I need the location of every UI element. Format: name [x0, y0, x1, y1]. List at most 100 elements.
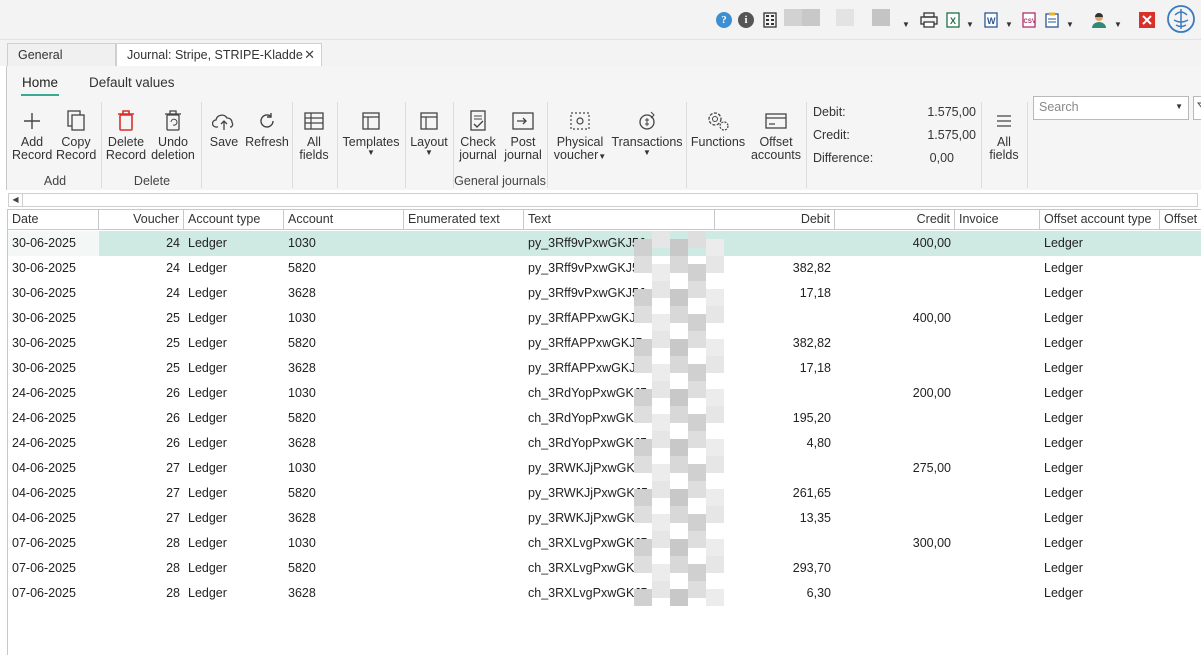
cell-debit[interactable] [715, 531, 835, 556]
cell-credit[interactable] [835, 406, 955, 431]
dropdown-caret-icon[interactable]: ▼ [1114, 14, 1122, 34]
cell-credit[interactable]: 200,00 [835, 381, 955, 406]
cell-debit[interactable]: 382,82 [715, 331, 835, 356]
help-icon[interactable]: ? [716, 10, 732, 30]
cell-credit[interactable] [835, 281, 955, 306]
cell-voucher[interactable]: 25 [99, 356, 184, 381]
check-journal-button[interactable]: Check journal [457, 106, 499, 162]
cell-debit[interactable] [715, 381, 835, 406]
cell-account[interactable]: 3628 [284, 356, 404, 381]
undo-deletion-button[interactable]: Undo deletion [150, 106, 196, 162]
table-row[interactable]: 04-06-2025 27 Ledger 1030 py_3RWKJjPxwGKJ5 27… [8, 456, 1201, 481]
cell-offset-type[interactable]: Ledger [1040, 581, 1160, 606]
cell-acctype[interactable]: Ledger [184, 506, 284, 531]
col-text[interactable]: Text [524, 210, 715, 230]
close-app-icon[interactable] [1139, 10, 1155, 30]
all-fields-button[interactable]: All fields [295, 106, 333, 162]
save-button[interactable]: Save [206, 106, 242, 149]
cell-debit[interactable]: 382,82 [715, 256, 835, 281]
cell-voucher[interactable]: 28 [99, 581, 184, 606]
cell-acctype[interactable]: Ledger [184, 381, 284, 406]
cell-offset-type[interactable]: Ledger [1040, 306, 1160, 331]
tab-journal-stripe[interactable]: Journal: Stripe, STRIPE-Kladde ✕ [116, 43, 322, 66]
cell-offset-type[interactable]: Ledger [1040, 231, 1160, 256]
cell-account[interactable]: 3628 [284, 506, 404, 531]
cell-account[interactable]: 5820 [284, 256, 404, 281]
search-input[interactable]: Search ▼ [1033, 96, 1189, 120]
cell-acctype[interactable]: Ledger [184, 456, 284, 481]
cell-date[interactable]: 30-06-2025 [8, 281, 99, 306]
cell-credit[interactable] [835, 481, 955, 506]
cell-date[interactable]: 07-06-2025 [8, 531, 99, 556]
physical-voucher-button[interactable]: Physical voucher▼ [551, 106, 609, 162]
cell-debit[interactable]: 195,20 [715, 406, 835, 431]
cell-acctype[interactable]: Ledger [184, 556, 284, 581]
table-row[interactable]: 30-06-2025 24 Ledger 3628 py_3Rff9vPxwGKJ5J 1… [8, 281, 1201, 306]
delete-record-button[interactable]: Delete Record [105, 106, 147, 162]
cell-date[interactable]: 24-06-2025 [8, 381, 99, 406]
cell-voucher[interactable]: 28 [99, 556, 184, 581]
dropdown-caret-icon[interactable]: ▼ [902, 14, 910, 34]
table-row[interactable]: 30-06-2025 24 Ledger 1030 py_3Rff9vPxwGKJ5J 4… [8, 231, 1201, 256]
cell-account[interactable]: 3628 [284, 581, 404, 606]
offset-accounts-button[interactable]: Offset accounts [749, 106, 803, 162]
table-row[interactable]: 30-06-2025 25 Ledger 1030 py_3RffAPPxwGKJ5. 4… [8, 306, 1201, 331]
cell-debit[interactable] [715, 306, 835, 331]
cell-debit[interactable]: 17,18 [715, 281, 835, 306]
col-offset-account-type[interactable]: Offset account type [1040, 210, 1160, 230]
cell-acctype[interactable]: Ledger [184, 356, 284, 381]
ribbon-tab-default-values[interactable]: Default values [89, 75, 175, 90]
cell-credit[interactable] [835, 556, 955, 581]
cell-acctype[interactable]: Ledger [184, 531, 284, 556]
cell-account[interactable]: 5820 [284, 406, 404, 431]
cell-offset-type[interactable]: Ledger [1040, 331, 1160, 356]
cell-voucher[interactable]: 26 [99, 431, 184, 456]
cell-acctype[interactable]: Ledger [184, 256, 284, 281]
close-icon[interactable]: ✕ [304, 44, 315, 66]
chevron-down-icon[interactable]: ▼ [1175, 102, 1183, 111]
cell-credit[interactable] [835, 506, 955, 531]
cell-offset-type[interactable]: Ledger [1040, 356, 1160, 381]
csv-icon[interactable]: CSV [1021, 10, 1037, 30]
clipboard-icon[interactable] [1044, 10, 1060, 30]
cell-acctype[interactable]: Ledger [184, 281, 284, 306]
post-journal-button[interactable]: Post journal [502, 106, 544, 162]
cell-voucher[interactable]: 24 [99, 256, 184, 281]
word-icon[interactable]: W [983, 10, 999, 30]
cell-account[interactable]: 1030 [284, 531, 404, 556]
cell-debit[interactable]: 4,80 [715, 431, 835, 456]
functions-button[interactable]: Functions [689, 106, 747, 149]
tab-general-journals[interactable]: General journals [7, 43, 116, 84]
cell-date[interactable]: 04-06-2025 [8, 506, 99, 531]
dropdown-caret-icon[interactable]: ▼ [1005, 14, 1013, 34]
cell-account[interactable]: 1030 [284, 231, 404, 256]
cell-offset-type[interactable]: Ledger [1040, 381, 1160, 406]
dropdown-caret-icon[interactable]: ▼ [966, 14, 974, 34]
cell-credit[interactable] [835, 431, 955, 456]
cell-voucher[interactable]: 26 [99, 381, 184, 406]
cell-voucher[interactable]: 27 [99, 481, 184, 506]
cell-acctype[interactable]: Ledger [184, 306, 284, 331]
cell-offset-type[interactable]: Ledger [1040, 256, 1160, 281]
user-icon[interactable] [1090, 10, 1108, 30]
refresh-button[interactable]: Refresh [244, 106, 290, 149]
cell-account[interactable]: 1030 [284, 456, 404, 481]
cell-acctype[interactable]: Ledger [184, 431, 284, 456]
table-row[interactable]: 30-06-2025 25 Ledger 5820 py_3RffAPPxwGKJ5. 3… [8, 331, 1201, 356]
copy-record-button[interactable]: Copy Record [56, 106, 96, 162]
horizontal-scrollbar[interactable]: ◀ [8, 193, 1198, 207]
cell-date[interactable]: 30-06-2025 [8, 331, 99, 356]
col-invoice[interactable]: Invoice [955, 210, 1040, 230]
cell-date[interactable]: 30-06-2025 [8, 231, 99, 256]
table-row[interactable]: 24-06-2025 26 Ledger 3628 ch_3RdYopPxwGKJ5 4,… [8, 431, 1201, 456]
print-icon[interactable] [920, 10, 938, 30]
table-row[interactable]: 07-06-2025 28 Ledger 3628 ch_3RXLvgPxwGKJ5 6,… [8, 581, 1201, 606]
cell-date[interactable]: 07-06-2025 [8, 556, 99, 581]
cell-debit[interactable]: 293,70 [715, 556, 835, 581]
cell-acctype[interactable]: Ledger [184, 231, 284, 256]
cell-date[interactable]: 30-06-2025 [8, 356, 99, 381]
cell-acctype[interactable]: Ledger [184, 331, 284, 356]
cell-offset-type[interactable]: Ledger [1040, 281, 1160, 306]
filter-icon[interactable] [1193, 96, 1201, 120]
cell-credit[interactable] [835, 581, 955, 606]
